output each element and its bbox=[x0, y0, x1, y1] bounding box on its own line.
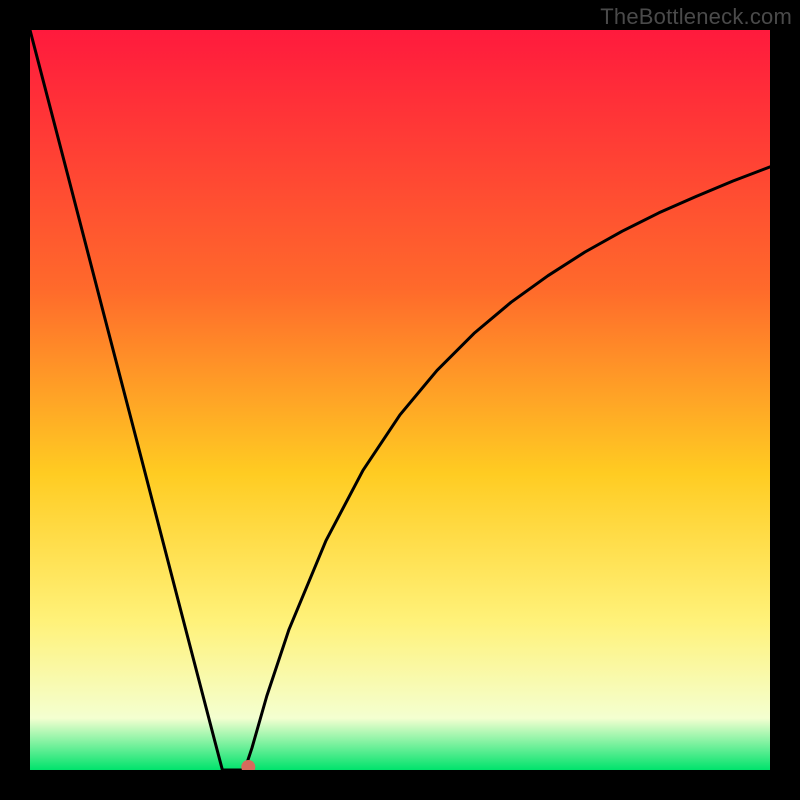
gradient-background bbox=[30, 30, 770, 770]
chart-frame: TheBottleneck.com bbox=[0, 0, 800, 800]
plot-area bbox=[30, 30, 770, 770]
watermark-text: TheBottleneck.com bbox=[600, 4, 792, 30]
plot-svg bbox=[30, 30, 770, 770]
